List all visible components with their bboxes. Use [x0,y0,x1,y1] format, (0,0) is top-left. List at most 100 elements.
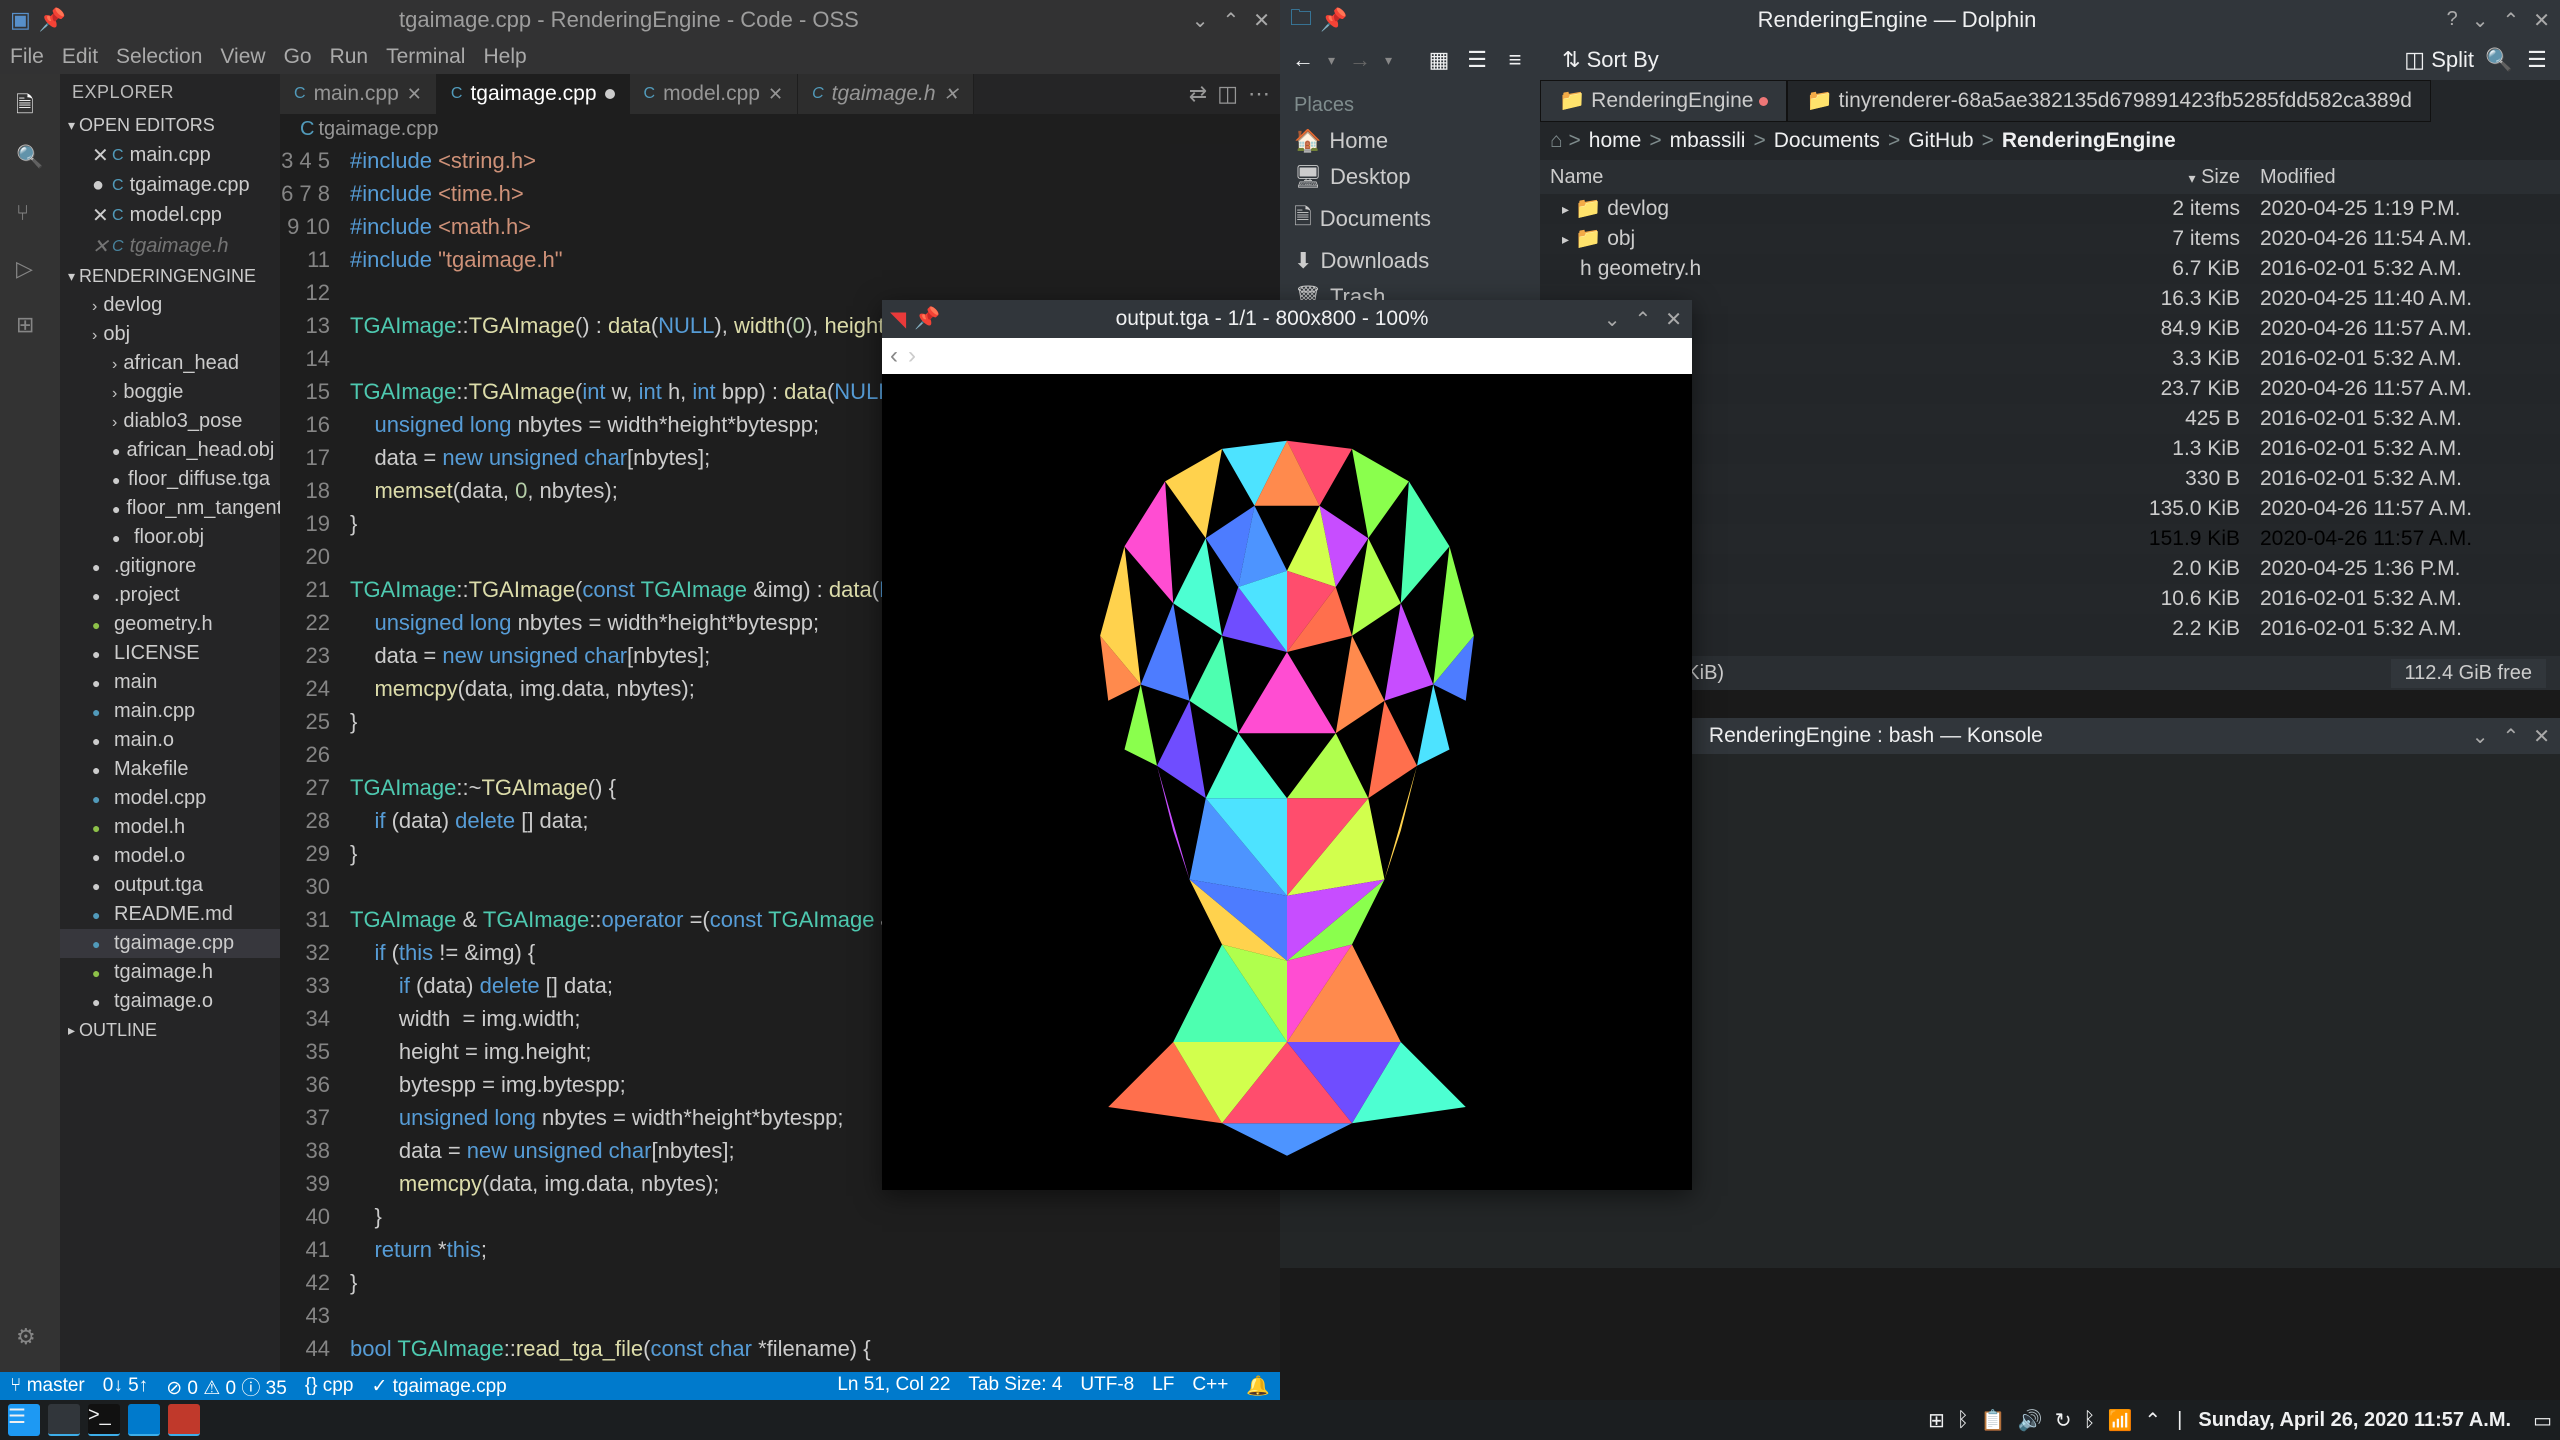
menu-icon[interactable]: ☰ [2524,47,2550,73]
chevron-up-icon[interactable]: ⌃ [2144,1408,2161,1433]
file-row[interactable]: e.cpp10.6 KiB2016-02-01 5:32 A.M. [1540,584,2560,614]
file-row[interactable]: p1.3 KiB2016-02-01 5:32 A.M. [1540,434,2560,464]
file-row[interactable]: 84.9 KiB2020-04-26 11:57 A.M. [1540,314,2560,344]
compare-icon[interactable]: ⇄ [1189,81,1207,107]
file-item[interactable]: ● Makefile [60,755,280,784]
file-item[interactable]: ● geometry.h [60,610,280,639]
settings-gear-icon[interactable]: ⚙ [16,1324,44,1352]
back-button[interactable]: ← [1290,47,1316,73]
bluetooth2-icon[interactable]: ᛒ [2083,1409,2095,1432]
file-item[interactable]: ● main.o [60,726,280,755]
maximize-icon[interactable]: ⌃ [2502,8,2519,33]
split-button[interactable]: ◫ Split [2404,47,2474,73]
language-mode[interactable]: C++ [1192,1374,1228,1398]
breadcrumbs[interactable]: C tgaimage.cpp [280,114,1280,144]
file-item[interactable]: ● tgaimage.h [60,958,280,987]
file-item[interactable]: ● main.cpp [60,697,280,726]
forward-button[interactable]: → [1347,47,1373,73]
place-downloads[interactable]: ⬇Downloads [1280,243,1540,279]
editor-tab[interactable]: Cmain.cpp✕ [280,74,437,114]
close-icon[interactable]: ✕ [2533,724,2550,749]
minimize-icon[interactable]: ⌄ [1604,307,1621,332]
pin-icon[interactable]: 📌 [1320,7,1347,33]
file-item[interactable]: ● floor.obj [60,523,280,552]
file-item[interactable]: ● .gitignore [60,552,280,581]
file-row[interactable]: 23.7 KiB2020-04-26 11:57 A.M. [1540,374,2560,404]
file-row[interactable]: 425 B2016-02-01 5:32 A.M. [1540,404,2560,434]
menu-view[interactable]: View [220,45,265,69]
folder-item[interactable]: obj [60,320,280,349]
notifications-icon[interactable]: 🔔 [1246,1374,1270,1398]
sync-status[interactable]: 0↓ 5↑ [103,1375,148,1397]
editor-tab[interactable]: Ctgaimage.cpp [437,74,630,114]
place-home[interactable]: 🏠Home [1280,123,1540,159]
search-icon[interactable]: 🔍 [2486,47,2512,73]
maximize-icon[interactable]: ⌃ [1222,8,1239,33]
branch-indicator[interactable]: ⑂ master [10,1375,85,1397]
menu-run[interactable]: Run [330,45,369,69]
task-dolphin[interactable] [48,1404,80,1436]
file-item[interactable]: ● african_head.obj [60,436,280,465]
extensions-icon[interactable]: ⊞ [16,312,44,340]
open-editor-item[interactable]: ●C tgaimage.cpp [60,171,280,200]
open-editor-item[interactable]: ✕C model.cpp [60,200,280,231]
project-header[interactable]: ▾RENDERINGENGINE [60,262,280,291]
show-desktop-icon[interactable]: ▭ [2533,1408,2552,1433]
file-item[interactable]: ● floor_nm_tangent.tga [60,494,280,523]
maximize-icon[interactable]: ⌃ [1634,307,1651,332]
file-row[interactable]: 330 B2016-02-01 5:32 A.M. [1540,464,2560,494]
network-icon[interactable]: 📶 [2107,1408,2132,1433]
file-item[interactable]: ● tgaimage.cpp [60,929,280,958]
file-item[interactable]: ● main [60,668,280,697]
tray-icon[interactable]: ⊞ [1928,1408,1945,1433]
view-icons-icon[interactable]: ▦ [1426,47,1452,73]
file-row[interactable]: hgeometry.h6.7 KiB2016-02-01 5:32 A.M. [1540,254,2560,284]
menu-help[interactable]: Help [483,45,526,69]
file-item[interactable]: ● .project [60,581,280,610]
editor-tab[interactable]: Cmodel.cpp✕ [630,74,799,114]
explorer-icon[interactable]: 🗎 [16,88,44,116]
file-item[interactable]: ● output.tga [60,871,280,900]
debug-icon[interactable]: ▷ [16,256,44,284]
place-documents[interactable]: 🗎Documents [1280,195,1540,243]
minimize-icon[interactable]: ⌄ [1192,8,1209,33]
view-compact-icon[interactable]: ☰ [1464,47,1490,73]
pin-icon[interactable]: 📌 [39,7,66,33]
task-konsole[interactable]: >_ [88,1404,120,1436]
bluetooth-icon[interactable]: ᛒ [1957,1409,1969,1432]
more-icon[interactable]: ⋯ [1248,81,1270,107]
encoding[interactable]: UTF-8 [1080,1374,1134,1398]
menu-terminal[interactable]: Terminal [386,45,465,69]
panel-tab[interactable]: 📁tinyrenderer-68a5ae382135d679891423fb52… [1787,80,2431,122]
file-row[interactable]: 135.0 KiB2020-04-26 11:57 A.M. [1540,494,2560,524]
help-icon[interactable]: ? [2447,8,2458,33]
lang-status[interactable]: {} cpp [305,1375,354,1397]
search-icon[interactable]: 🔍 [16,144,44,172]
open-editors-header[interactable]: ▾OPEN EDITORS [60,111,280,140]
source-control-icon[interactable]: ⑂ [16,200,44,228]
updates-icon[interactable]: ↻ [2055,1408,2072,1433]
clock[interactable]: Sunday, April 26, 2020 11:57 A.M. [2198,1409,2511,1432]
file-check[interactable]: ✓ tgaimage.cpp [371,1375,506,1398]
col-modified[interactable]: Modified [2250,166,2560,189]
close-icon[interactable]: ✕ [1253,8,1270,33]
sort-by[interactable]: ⇅ Sort By [1562,47,1659,73]
panel-tab[interactable]: 📁RenderingEngine [1540,80,1787,122]
file-row[interactable]: ga151.9 KiB2020-04-26 11:57 A.M. [1540,524,2560,554]
place-desktop[interactable]: 🖥Desktop [1280,159,1540,195]
open-editor-item[interactable]: ✕C main.cpp [60,140,280,171]
folder-item[interactable]: boggie [60,378,280,407]
minimize-icon[interactable]: ⌄ [2472,8,2489,33]
col-size[interactable]: ▾ Size [2122,166,2250,189]
breadcrumb-path[interactable]: ⌂ >home>mbassili>Documents>GitHub>Render… [1540,122,2560,160]
next-image-icon[interactable]: › [908,342,916,370]
volume-icon[interactable]: 🔊 [2018,1408,2043,1433]
problems-status[interactable]: ⊘ 0 ⚠ 0 ⓘ 35 [166,1373,287,1400]
close-icon[interactable]: ✕ [1665,307,1682,332]
minimize-icon[interactable]: ⌄ [2472,724,2489,749]
tab-size[interactable]: Tab Size: 4 [968,1374,1062,1398]
file-item[interactable]: ● floor_diffuse.tga [60,465,280,494]
cursor-pos[interactable]: Ln 51, Col 22 [837,1374,950,1398]
split-editor-icon[interactable]: ◫ [1217,81,1238,107]
menu-selection[interactable]: Selection [116,45,202,69]
